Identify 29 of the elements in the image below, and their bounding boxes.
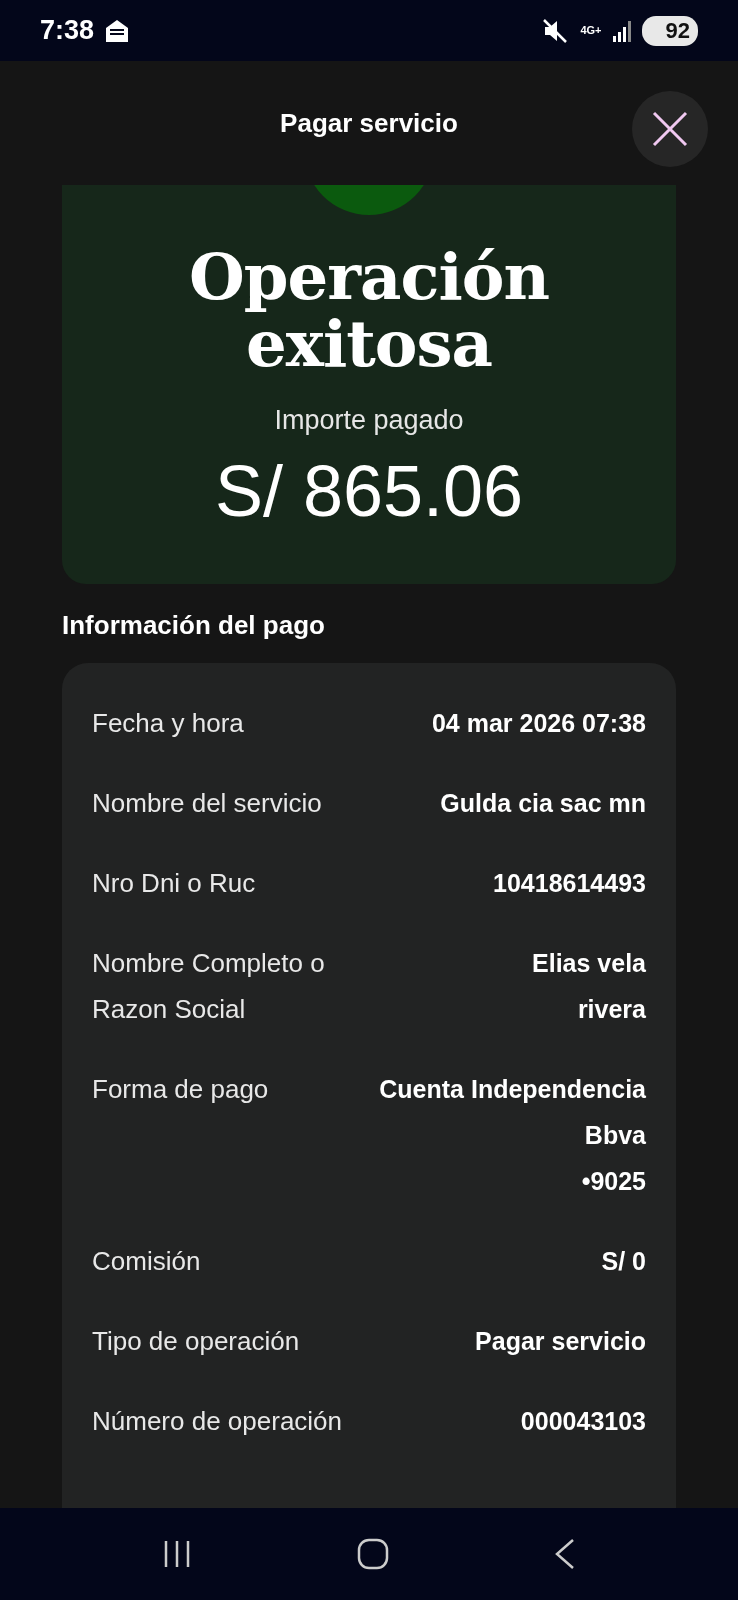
detail-label: Nombre del servicio: [92, 787, 322, 821]
signal-icon: [611, 19, 632, 42]
detail-label: Tipo de operación: [92, 1325, 300, 1359]
detail-label: Nombre Completo o Razon Social: [92, 947, 325, 1027]
detail-label: Fecha y hora: [92, 707, 244, 741]
section-title: Información del pago: [62, 610, 326, 642]
detail-value: 000043103: [520, 1406, 646, 1438]
detail-value: Elias vela rivera: [532, 948, 646, 1026]
notification-icon: [104, 17, 131, 44]
header-title: Pagar servicio: [280, 107, 458, 139]
status-time: 7:38: [40, 15, 95, 46]
network-type: 4G+: [580, 25, 602, 36]
detail-value: 10418614493: [493, 868, 646, 900]
close-icon: [652, 111, 688, 147]
home-icon[interactable]: [357, 1538, 389, 1570]
detail-value: S/ 0: [601, 1246, 646, 1278]
amount-paid: S/ 865.06: [214, 450, 524, 533]
detail-label: Forma de pago: [92, 1073, 269, 1107]
amount-label: Importe pagado: [274, 405, 464, 437]
detail-value: Gulda cia sac mn: [440, 788, 646, 820]
detail-value: Pagar servicio: [475, 1326, 646, 1358]
detail-label: Nro Dni o Ruc: [92, 867, 256, 901]
battery-level: 92: [641, 15, 698, 46]
detail-label: Comisión: [92, 1245, 201, 1279]
success-title: Operación exitosa: [188, 243, 550, 378]
detail-label: Número de operación: [92, 1405, 343, 1439]
detail-value: Cuenta Independencia Bbva •9025: [379, 1074, 646, 1198]
detail-value: 04 mar 2026 07:38: [431, 708, 646, 740]
back-icon[interactable]: [553, 1538, 576, 1570]
